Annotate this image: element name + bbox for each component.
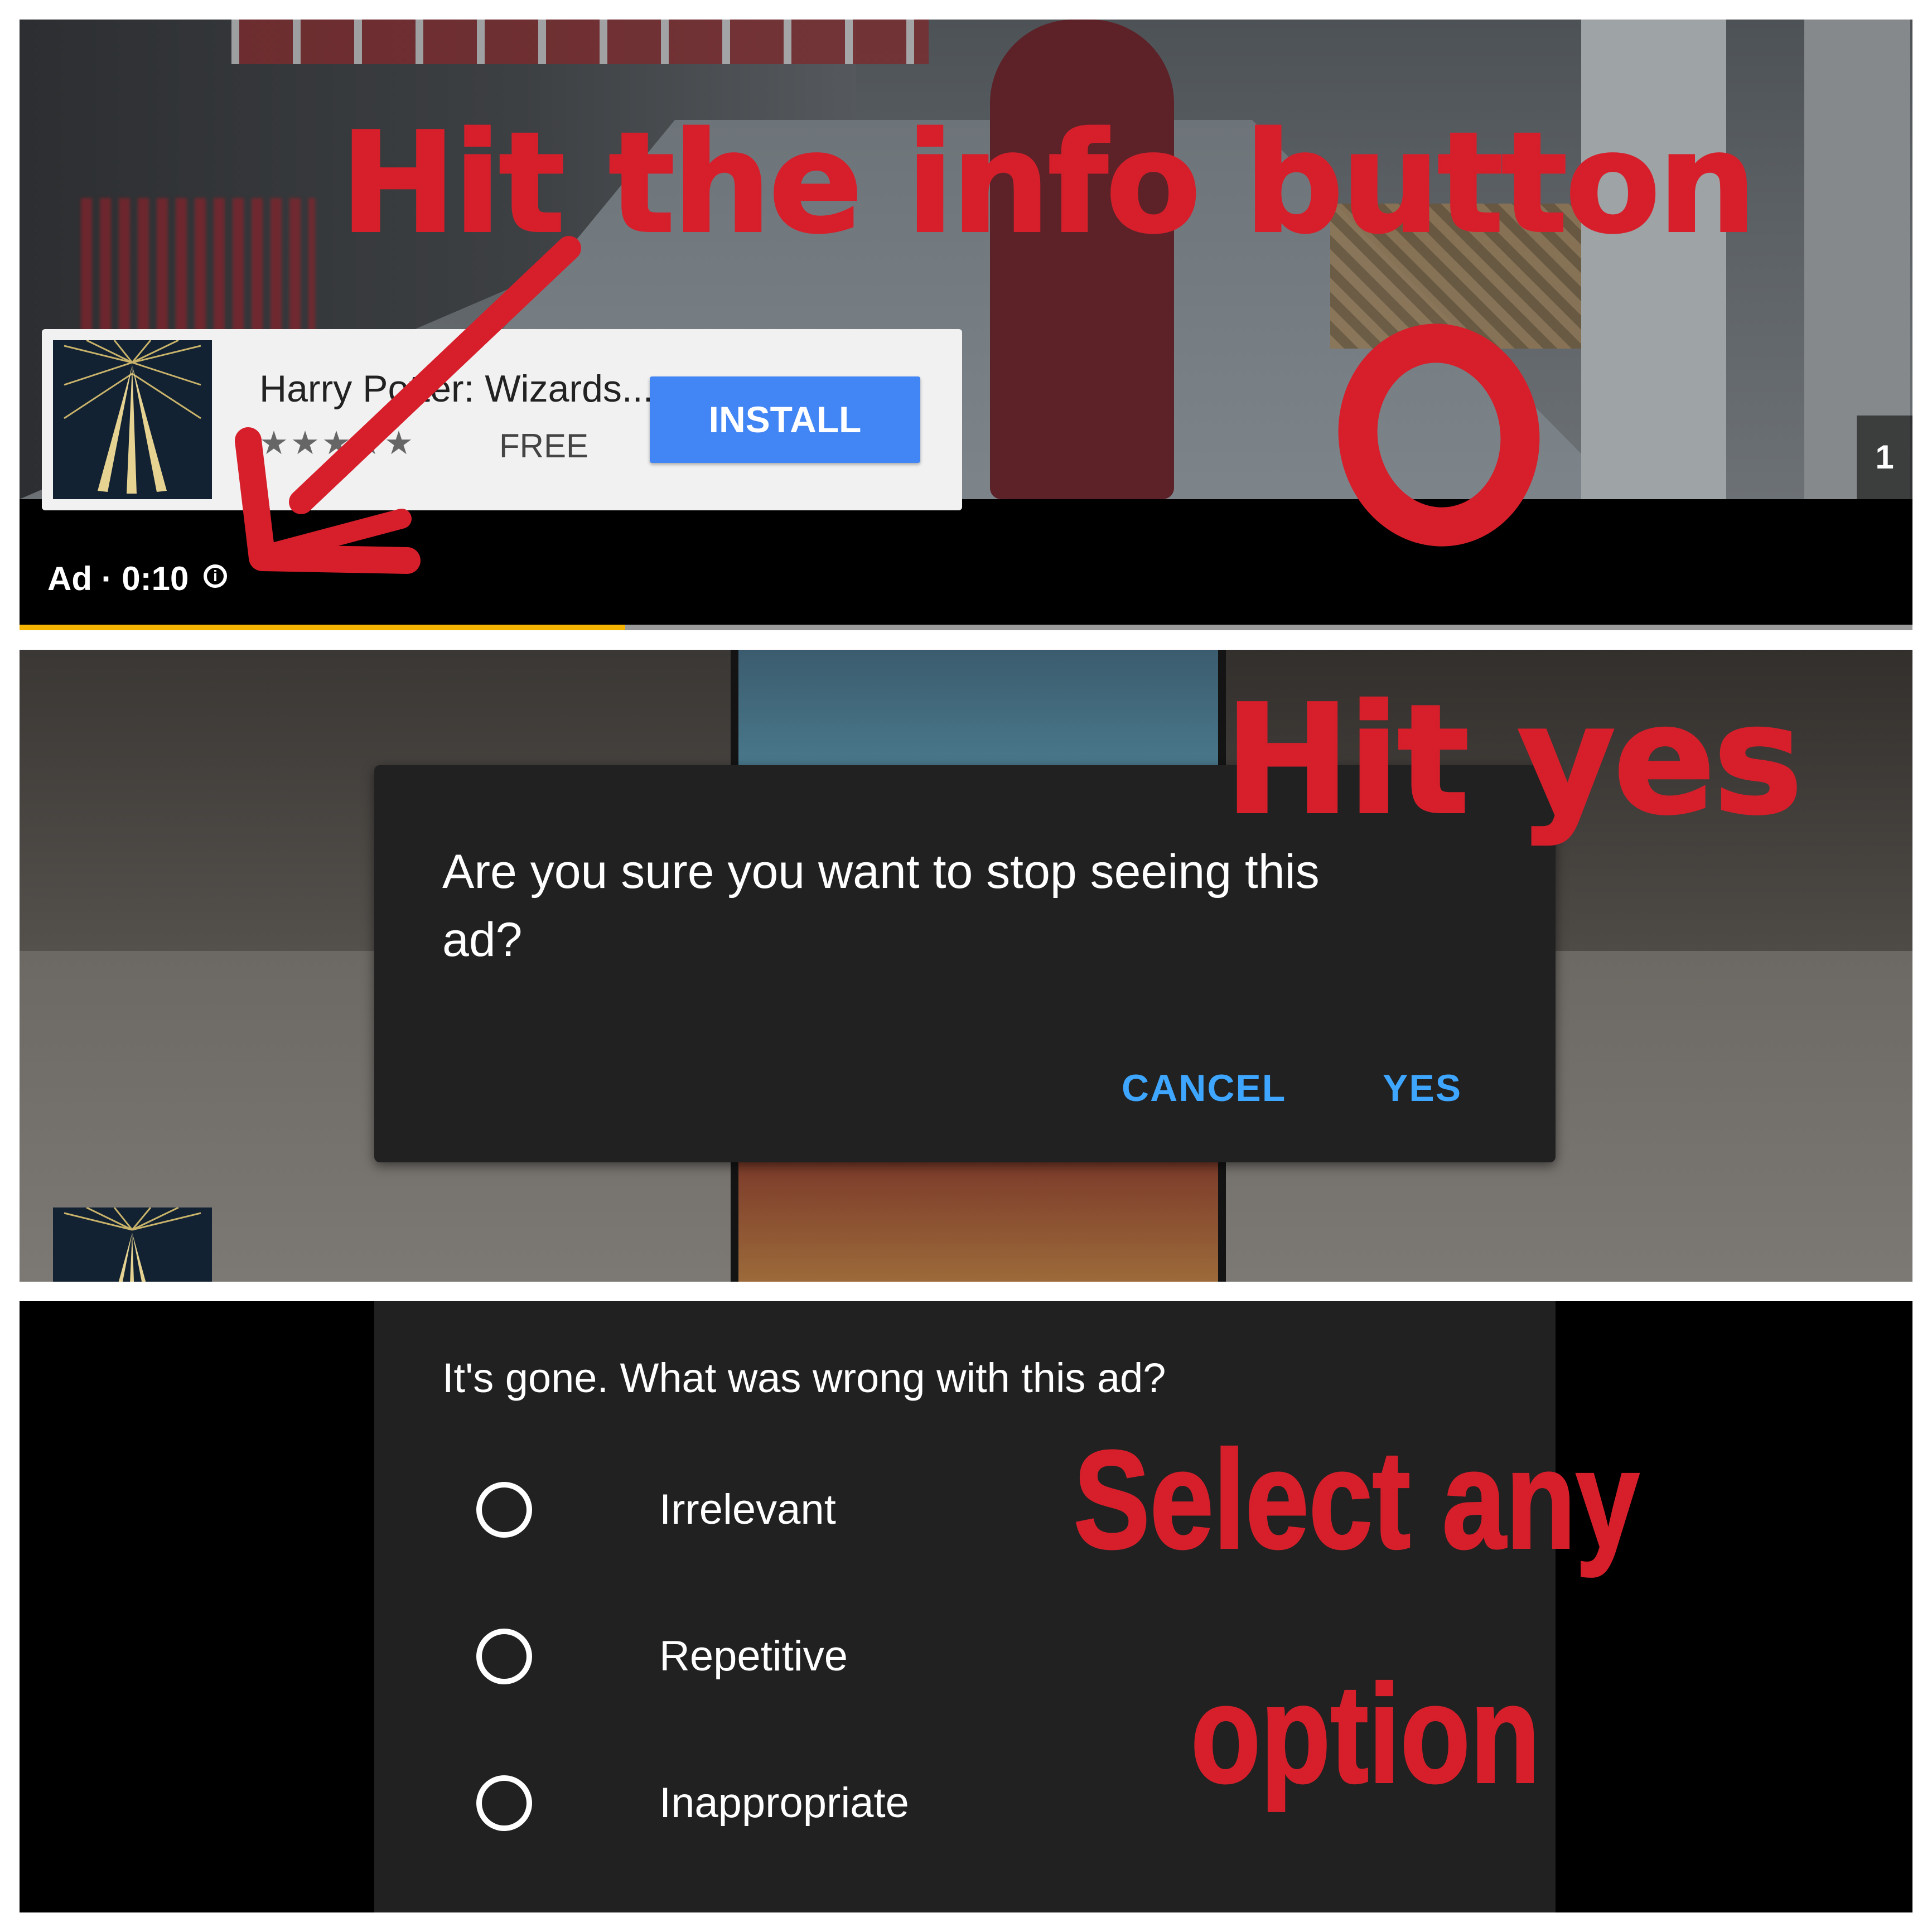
ad-progress-bar[interactable] [20,625,1912,630]
ad-timer: Ad · 0:10 [47,560,189,597]
option-repetitive[interactable]: Repetitive [476,1622,1313,1689]
install-button[interactable]: INSTALL [650,376,920,463]
ad-counter: 1 [1857,416,1912,499]
app-thumbnail[interactable] [53,340,212,499]
dialog-message: Are you sure you want to stop seeing thi… [442,845,1320,967]
video-red-lights [81,198,315,337]
option-label[interactable]: Repetitive [659,1632,848,1680]
info-icon[interactable]: i [204,564,227,588]
app-price: FREE [499,427,589,465]
wands-logo-icon [53,340,212,499]
wands-logo-icon [53,1208,212,1282]
app-thumbnail [53,1208,212,1282]
annotation-step1: Hit the info button [339,102,1757,265]
option-label[interactable]: Irrelevant [659,1485,836,1534]
feedback-question: It's gone. What was wrong with this ad? [442,1355,1166,1401]
cancel-button[interactable]: CANCEL [1122,1066,1286,1110]
video-fence [231,20,929,64]
option-inappropriate[interactable]: Inappropriate [476,1769,1313,1836]
app-title[interactable]: Harry Potter: Wizards... [259,367,654,410]
feedback-sheet: It's gone. What was wrong with this ad? … [374,1301,1556,1912]
phone-screen-bottom [738,1159,1218,1282]
annotation-step3-line1: Select any [1073,1421,1640,1578]
annotation-step2: Hit yes [1223,671,1804,849]
annotation-step3-line2: option [1190,1655,1540,1813]
radio-icon[interactable] [476,1482,532,1538]
radio-icon[interactable] [476,1629,532,1684]
rating-stars: ★★★★★ [259,425,416,461]
option-label[interactable]: Inappropriate [659,1779,909,1827]
player-bottom-bar [20,499,1912,630]
feedback-screenshot: It's gone. What was wrong with this ad? … [20,1301,1912,1912]
ad-card[interactable]: Harry Potter: Wizards... ★★★★★ FREE INST… [42,329,962,510]
radio-icon[interactable] [476,1775,532,1831]
ad-progress-fill [20,625,626,630]
yes-button[interactable]: YES [1383,1066,1462,1110]
